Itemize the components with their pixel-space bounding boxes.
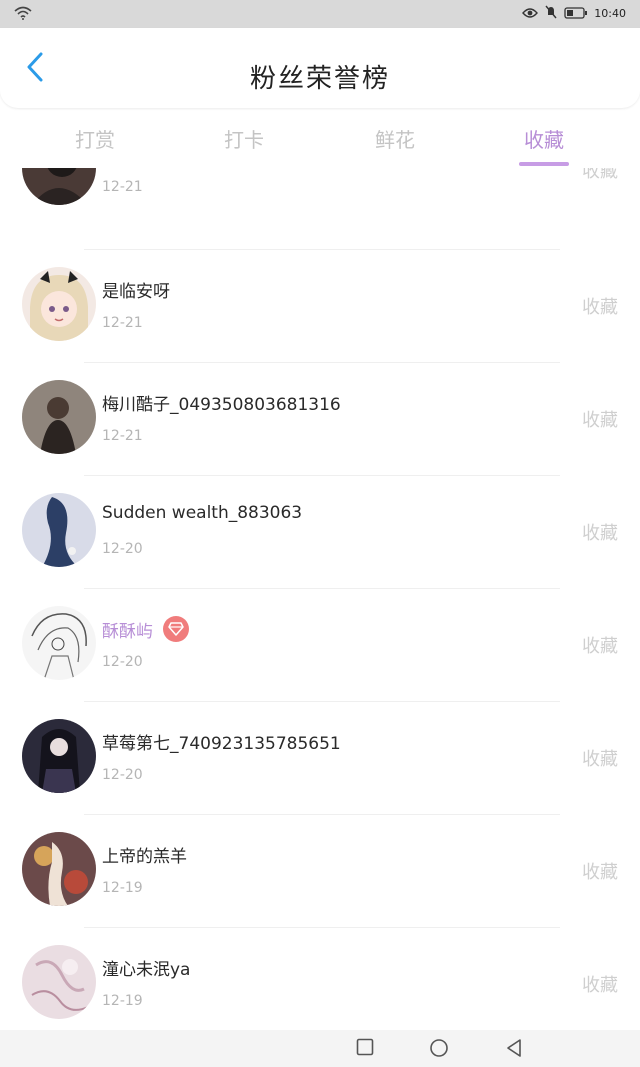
divider bbox=[84, 249, 560, 250]
list-item: 梅川酷子_049350803681316 12-21 收藏 bbox=[0, 362, 640, 475]
mute-icon bbox=[544, 4, 558, 23]
date-label: 12-19 bbox=[102, 880, 143, 896]
favorite-label: 收藏 bbox=[582, 749, 618, 770]
active-tab-indicator bbox=[519, 162, 569, 166]
date-label: 12-19 bbox=[102, 993, 143, 1009]
date-label: 12-21 bbox=[102, 315, 143, 331]
tab-bar: 打赏 打卡 鲜花 收藏 bbox=[0, 112, 640, 168]
tab-tip[interactable]: 打赏 bbox=[50, 124, 140, 153]
favorite-label: 收藏 bbox=[582, 297, 618, 318]
list-item: 潼心未泯ya 12-19 收藏 bbox=[0, 927, 640, 1030]
favorite-label: 收藏 bbox=[582, 636, 618, 657]
date-label: 12-20 bbox=[102, 767, 143, 783]
list-item: 是临安呀 12-21 收藏 bbox=[0, 249, 640, 362]
header: 粉丝荣誉榜 bbox=[0, 28, 640, 108]
page-title: 粉丝荣誉榜 bbox=[249, 64, 390, 94]
divider bbox=[84, 588, 560, 589]
recents-square-icon[interactable] bbox=[356, 1038, 374, 1060]
tab-favorites[interactable]: 收藏 bbox=[499, 124, 589, 153]
list-item: 上帝的羔羊 12-19 收藏 bbox=[0, 814, 640, 927]
list-item: Sudden wealth_883063 12-20 收藏 bbox=[0, 475, 640, 588]
divider bbox=[84, 362, 560, 363]
favorite-label: 收藏 bbox=[582, 410, 618, 431]
avatar[interactable] bbox=[22, 168, 96, 205]
divider bbox=[84, 701, 560, 702]
avatar[interactable] bbox=[22, 493, 96, 567]
user-name[interactable]: 是临安呀 bbox=[102, 277, 170, 302]
user-name[interactable]: 潼心未泯ya bbox=[102, 955, 190, 980]
avatar[interactable] bbox=[22, 267, 96, 341]
divider bbox=[84, 475, 560, 476]
list-item: 12-21 收藏 bbox=[0, 168, 640, 226]
avatar[interactable] bbox=[22, 380, 96, 454]
user-name[interactable]: 梅川酷子_049350803681316 bbox=[102, 390, 341, 415]
status-time: 10:40 bbox=[594, 7, 626, 20]
date-label: 12-21 bbox=[102, 428, 143, 444]
avatar[interactable] bbox=[22, 945, 96, 1019]
user-name[interactable]: 上帝的羔羊 bbox=[102, 842, 187, 867]
avatar[interactable] bbox=[22, 719, 96, 793]
divider bbox=[84, 927, 560, 928]
home-circle-icon[interactable] bbox=[429, 1038, 449, 1062]
favorite-label: 收藏 bbox=[582, 168, 618, 182]
favorite-label: 收藏 bbox=[582, 862, 618, 883]
battery-icon bbox=[564, 4, 588, 23]
wifi-icon bbox=[14, 5, 32, 24]
favorite-label: 收藏 bbox=[582, 975, 618, 996]
date-label: 12-21 bbox=[102, 179, 143, 195]
user-name[interactable]: 酥酥屿 bbox=[102, 617, 153, 642]
user-name[interactable]: Sudden wealth_883063 bbox=[102, 503, 302, 523]
fan-list[interactable]: 12-21 收藏 是临安呀 12-21 收藏 梅川酷子_049350803681… bbox=[0, 168, 640, 1030]
favorite-label: 收藏 bbox=[582, 523, 618, 544]
avatar[interactable] bbox=[22, 606, 96, 680]
list-item: 酥酥屿 12-20 收藏 bbox=[0, 588, 640, 701]
tab-flowers[interactable]: 鲜花 bbox=[350, 124, 440, 153]
status-bar: 10:40 bbox=[0, 0, 640, 28]
system-nav-bar bbox=[0, 1030, 640, 1067]
status-icons: 10:40 bbox=[522, 4, 626, 23]
date-label: 12-20 bbox=[102, 654, 143, 670]
diamond-icon bbox=[163, 616, 189, 642]
back-triangle-icon[interactable] bbox=[505, 1038, 523, 1062]
date-label: 12-20 bbox=[102, 541, 143, 557]
eye-icon bbox=[522, 4, 539, 23]
user-name[interactable]: 草莓第七_740923135785651 bbox=[102, 729, 341, 754]
avatar[interactable] bbox=[22, 832, 96, 906]
tab-checkin[interactable]: 打卡 bbox=[199, 124, 289, 153]
divider bbox=[84, 814, 560, 815]
list-item: 草莓第七_740923135785651 12-20 收藏 bbox=[0, 701, 640, 814]
